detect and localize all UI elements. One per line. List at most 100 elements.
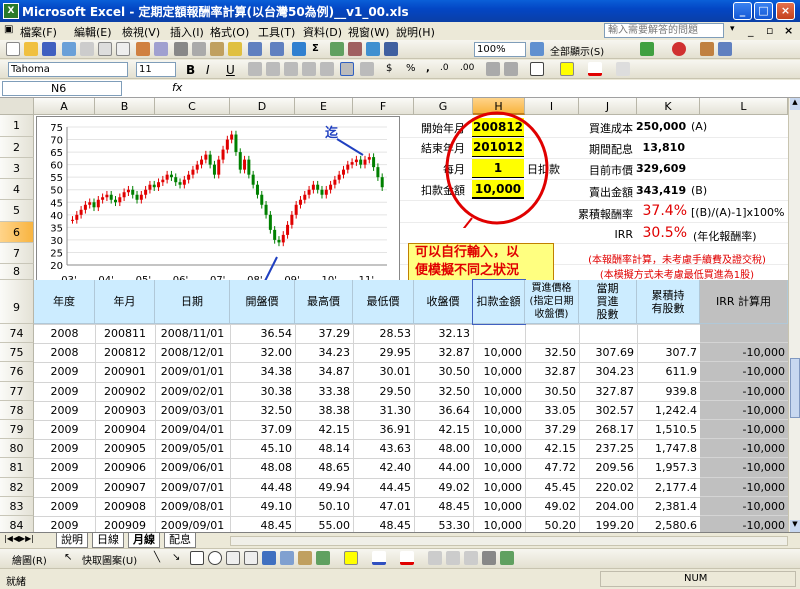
table-cell[interactable]: 34.87: [295, 362, 353, 381]
table-cell[interactable]: -10,000: [700, 477, 788, 497]
font-color-draw-icon[interactable]: [400, 551, 414, 565]
row-header-6[interactable]: 6: [0, 222, 34, 243]
table-cell[interactable]: 50.20: [525, 516, 579, 532]
print-icon[interactable]: [98, 42, 112, 56]
spelling-icon[interactable]: [136, 42, 150, 56]
row-header[interactable]: 77: [0, 381, 34, 401]
menu-view[interactable]: 檢視(V): [122, 24, 160, 40]
table-cell[interactable]: 2009/03/01: [155, 401, 230, 420]
row-header-1[interactable]: 1: [0, 115, 34, 137]
comma-button[interactable]: ,: [426, 63, 430, 74]
table-cell[interactable]: 32.50: [525, 343, 579, 362]
run-icon[interactable]: [640, 42, 654, 56]
table-cell[interactable]: 2009/04/01: [155, 420, 230, 439]
table-cell[interactable]: 2009/09/01: [155, 516, 230, 532]
decrease-indent-icon[interactable]: [486, 62, 500, 76]
table-cell[interactable]: 2009: [34, 401, 95, 420]
picture-icon[interactable]: [316, 551, 330, 565]
align-center-icon[interactable]: [266, 62, 280, 76]
font-size-select[interactable]: 11: [136, 62, 176, 77]
table-cell[interactable]: 47.72: [525, 458, 579, 477]
row-header[interactable]: 78: [0, 400, 34, 420]
dash-style-icon[interactable]: [446, 551, 460, 565]
table-cell[interactable]: 10,000: [473, 362, 525, 381]
fill-color-icon[interactable]: [560, 62, 574, 76]
table-cell[interactable]: 30.38: [230, 382, 295, 401]
vertical-icon[interactable]: [360, 62, 374, 76]
table-cell[interactable]: -10,000: [700, 439, 788, 459]
font-select[interactable]: Tahoma: [8, 62, 128, 77]
table-cell[interactable]: -10,000: [700, 343, 788, 363]
textbox-icon[interactable]: [226, 551, 240, 565]
underline-button[interactable]: U: [226, 63, 235, 77]
table-cell[interactable]: 32.13: [414, 324, 473, 343]
table-cell[interactable]: 33.05: [525, 401, 579, 420]
menu-file[interactable]: 檔案(F): [20, 24, 57, 40]
currency-button[interactable]: $: [386, 63, 392, 74]
drawing-icon[interactable]: [384, 42, 398, 56]
table-cell[interactable]: 37.29: [525, 420, 579, 439]
redo-icon[interactable]: [270, 42, 284, 56]
row-header[interactable]: 83: [0, 496, 34, 516]
table-cell[interactable]: 327.87: [579, 382, 637, 401]
table-cell[interactable]: 200811: [95, 324, 155, 343]
open-icon[interactable]: [24, 42, 38, 56]
clipart-icon[interactable]: [298, 551, 312, 565]
workbook-icon[interactable]: ▣: [4, 24, 13, 35]
autoshapes-button[interactable]: 快取圖案(U): [82, 552, 137, 567]
table-cell[interactable]: 36.54: [230, 324, 295, 343]
table-cell[interactable]: 48.08: [230, 458, 295, 477]
table-cell[interactable]: 53.30: [414, 516, 473, 532]
row-header[interactable]: 80: [0, 439, 34, 459]
italic-button[interactable]: I: [206, 63, 210, 77]
table-cell[interactable]: 29.95: [353, 343, 414, 362]
excel-app-icon[interactable]: X: [3, 3, 19, 19]
table-cell[interactable]: -10,000: [700, 516, 788, 532]
increase-indent-icon[interactable]: [504, 62, 518, 76]
row-header-5[interactable]: 5: [0, 200, 34, 222]
menu-window[interactable]: 視窗(W): [348, 24, 389, 40]
table-cell[interactable]: 200904: [95, 420, 155, 439]
line-style-icon[interactable]: [428, 551, 442, 565]
select-all-corner[interactable]: [0, 98, 34, 115]
print-preview-icon[interactable]: [116, 42, 130, 56]
table-cell[interactable]: 209.56: [579, 458, 637, 477]
help-search-input[interactable]: 輸入需要解答的問題: [604, 23, 724, 38]
undo-icon[interactable]: [248, 42, 262, 56]
function-icon[interactable]: fx: [172, 81, 182, 94]
table-cell[interactable]: 2009: [34, 458, 95, 477]
menu-tools[interactable]: 工具(T): [258, 24, 295, 40]
toolbar-options-icon[interactable]: [616, 62, 630, 76]
format-painter-icon[interactable]: [228, 42, 242, 56]
table-cell[interactable]: -10,000: [700, 420, 788, 440]
diagram-icon[interactable]: [280, 551, 294, 565]
tab-daily[interactable]: 日線: [92, 533, 124, 548]
table-cell[interactable]: 200909: [95, 516, 155, 532]
table-cell[interactable]: 32.00: [230, 343, 295, 362]
table-cell[interactable]: 307.7: [637, 343, 700, 362]
table-cell[interactable]: 37.09: [230, 420, 295, 439]
row-header[interactable]: 82: [0, 477, 34, 497]
table-cell[interactable]: [700, 324, 788, 344]
table-cell[interactable]: -10,000: [700, 458, 788, 478]
column-header-l[interactable]: L: [700, 98, 788, 115]
distributed-icon[interactable]: [320, 62, 334, 76]
table-cell[interactable]: 237.25: [579, 439, 637, 458]
oval-icon[interactable]: [208, 551, 222, 565]
row-header-3[interactable]: 3: [0, 158, 34, 179]
tab-monthly[interactable]: 月線: [128, 533, 160, 548]
tab-dividend[interactable]: 配息: [164, 533, 196, 548]
table-cell[interactable]: 42.15: [295, 420, 353, 439]
table-cell[interactable]: 302.57: [579, 401, 637, 420]
table-cell[interactable]: 2009: [34, 497, 95, 516]
table-cell[interactable]: 34.23: [295, 343, 353, 362]
table-cell[interactable]: 2009/07/01: [155, 478, 230, 497]
table-cell[interactable]: 10,000: [473, 401, 525, 420]
table-cell[interactable]: 2009/05/01: [155, 439, 230, 458]
table-cell[interactable]: 33.38: [295, 382, 353, 401]
table-cell[interactable]: 2009: [34, 420, 95, 439]
table-cell[interactable]: 28.53: [353, 324, 414, 343]
row-header[interactable]: 84: [0, 516, 34, 532]
row-header[interactable]: 76: [0, 362, 34, 382]
row-header[interactable]: 74: [0, 324, 34, 344]
